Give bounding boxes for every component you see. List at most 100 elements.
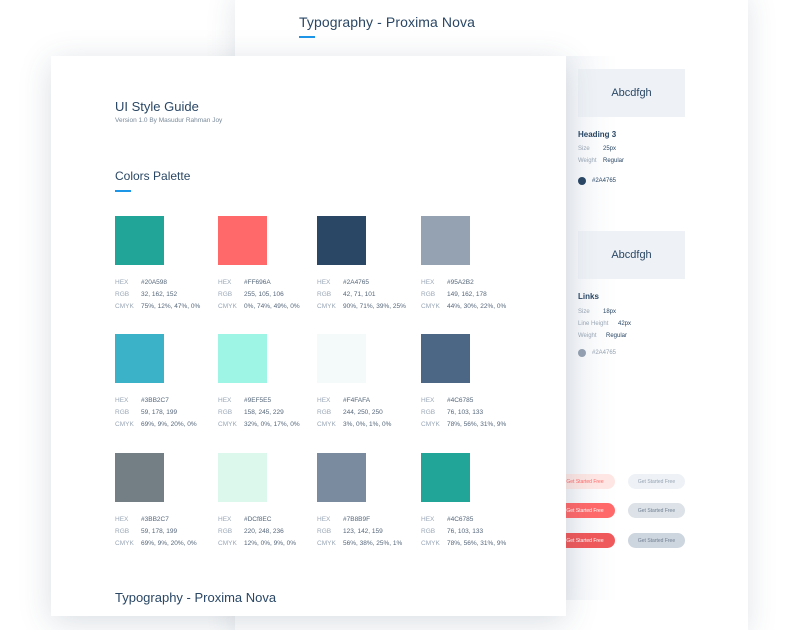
color-rgb-label: RGB	[115, 528, 130, 535]
weight-value: Regular	[603, 158, 625, 164]
heading3-weight-row: Weight Regular	[578, 158, 624, 164]
color-item: HEX #FF696A RGB 255, 105, 106 CMYK 0%, 74%, 4…	[218, 216, 318, 316]
color-cmyk-label: CMYK	[218, 303, 237, 310]
links-weight-row: Weight Regular	[578, 333, 627, 339]
get-started-button-gray-light[interactable]: Get Started Free	[628, 474, 685, 489]
color-cmyk-row: CMYK 3%, 0%, 1%, 0%	[317, 421, 391, 428]
color-rgb-row: RGB 32, 162, 152	[115, 291, 177, 298]
color-swatch	[218, 453, 267, 502]
links-sample-card: Abcdfgh	[578, 231, 685, 279]
color-rgb-row: RGB 220, 248, 236	[218, 528, 284, 535]
color-cmyk-value: 75%, 12%, 47%, 0%	[141, 303, 201, 310]
color-cmyk-row: CMYK 44%, 30%, 22%, 0%	[421, 303, 506, 310]
color-rgb-value: 76, 103, 133	[447, 409, 484, 416]
size-value: 25px	[603, 146, 617, 152]
color-cmyk-value: 32%, 0%, 17%, 0%	[244, 421, 300, 428]
color-hex-row: HEX #4C6785	[421, 397, 473, 404]
color-hex-value: #FF696A	[244, 279, 271, 286]
color-rgb-row: RGB 76, 103, 133	[421, 409, 483, 416]
color-cmyk-row: CMYK 78%, 56%, 31%, 9%	[421, 421, 506, 428]
color-hex-label: HEX	[317, 516, 331, 523]
color-hex-row: HEX #DCf8EC	[218, 516, 271, 523]
color-rgb-row: RGB 158, 245, 229	[218, 409, 284, 416]
links-color-dot	[578, 349, 586, 357]
color-hex-label: HEX	[421, 279, 435, 286]
color-hex-label: HEX	[317, 279, 331, 286]
size-label: Size	[578, 309, 590, 315]
color-cmyk-row: CMYK 12%, 0%, 9%, 0%	[218, 540, 296, 547]
color-cmyk-value: 44%, 30%, 22%, 0%	[447, 303, 507, 310]
color-hex-row: HEX #95A2B2	[421, 279, 474, 286]
color-cmyk-label: CMYK	[218, 540, 237, 547]
color-hex-value: #3BB2C7	[141, 397, 169, 404]
color-rgb-label: RGB	[317, 291, 332, 298]
colors-section-title: Colors Palette	[115, 169, 191, 183]
links-spec-title: Links	[578, 292, 599, 301]
color-rgb-value: 244, 250, 250	[343, 409, 383, 416]
links-sample-text: Abcdfgh	[611, 249, 652, 261]
color-rgb-label: RGB	[115, 409, 130, 416]
color-item: HEX #95A2B2 RGB 149, 162, 178 CMYK 44%, 30%, …	[421, 216, 521, 316]
color-rgb-label: RGB	[421, 409, 436, 416]
color-swatch	[218, 334, 267, 383]
color-item: HEX #7B8B9F RGB 123, 142, 159 CMYK 56%, 38%, …	[317, 453, 417, 553]
page-title: UI Style Guide	[115, 99, 199, 114]
get-started-button-gray[interactable]: Get Started Free	[628, 503, 685, 518]
color-hex-value: #9EF5E5	[244, 397, 272, 404]
color-hex-value: #95A2B2	[447, 279, 474, 286]
color-hex-value: #4C6785	[447, 516, 474, 523]
color-swatch	[317, 216, 366, 265]
color-cmyk-label: CMYK	[317, 421, 336, 428]
color-rgb-value: 42, 71, 101	[343, 291, 376, 298]
color-cmyk-label: CMYK	[115, 540, 134, 547]
color-cmyk-label: CMYK	[421, 540, 440, 547]
weight-label: Weight	[578, 158, 597, 164]
heading3-size-row: Size 25px	[578, 146, 616, 152]
color-hex-row: HEX #7B8B9F	[317, 516, 370, 523]
get-started-button-gray-dark[interactable]: Get Started Free	[628, 533, 685, 548]
color-cmyk-value: 0%, 74%, 49%, 0%	[244, 303, 300, 310]
color-hex-label: HEX	[317, 397, 331, 404]
color-rgb-value: 59, 178, 199	[141, 528, 178, 535]
color-swatch	[115, 334, 164, 383]
color-swatch	[421, 334, 470, 383]
color-rgb-label: RGB	[317, 409, 332, 416]
color-swatch	[115, 453, 164, 502]
color-hex-value: #DCf8EC	[244, 516, 272, 523]
color-rgb-value: 255, 105, 106	[244, 291, 284, 298]
color-rgb-row: RGB 244, 250, 250	[317, 409, 383, 416]
color-cmyk-row: CMYK 78%, 56%, 31%, 9%	[421, 540, 506, 547]
color-swatch	[115, 216, 164, 265]
color-cmyk-value: 78%, 56%, 31%, 9%	[447, 540, 507, 547]
color-item: HEX #4C6785 RGB 76, 103, 133 CMYK 78%, 56%, 3…	[421, 334, 521, 434]
color-hex-row: HEX #9EF5E5	[218, 397, 271, 404]
links-line-height-row: Line Height 42px	[578, 321, 631, 327]
heading3-spec-title: Heading 3	[578, 130, 617, 139]
color-rgb-value: 59, 178, 199	[141, 409, 178, 416]
color-hex-value: #F4FAFA	[343, 397, 371, 404]
color-rgb-value: 32, 162, 152	[141, 291, 178, 298]
links-color-hex: #2A4765	[592, 350, 617, 356]
line-height-label: Line Height	[578, 321, 609, 327]
color-swatch	[317, 453, 366, 502]
color-hex-label: HEX	[218, 516, 232, 523]
color-hex-row: HEX #4C6785	[421, 516, 473, 523]
color-hex-label: HEX	[218, 397, 232, 404]
weight-label: Weight	[578, 333, 597, 339]
color-rgb-value: 158, 245, 229	[244, 409, 284, 416]
color-swatch	[421, 453, 470, 502]
color-cmyk-row: CMYK 32%, 0%, 17%, 0%	[218, 421, 300, 428]
color-hex-label: HEX	[218, 279, 232, 286]
color-swatch	[317, 334, 366, 383]
color-rgb-label: RGB	[421, 291, 436, 298]
color-cmyk-value: 12%, 0%, 9%, 0%	[244, 540, 297, 547]
color-rgb-row: RGB 59, 178, 199	[115, 528, 177, 535]
color-hex-value: #20A598	[141, 279, 168, 286]
color-cmyk-row: CMYK 90%, 71%, 39%, 25%	[317, 303, 406, 310]
color-hex-label: HEX	[115, 279, 129, 286]
color-cmyk-value: 3%, 0%, 1%, 0%	[343, 421, 392, 428]
section-accent-line	[115, 190, 131, 192]
heading3-sample-text: Abcdfgh	[611, 87, 652, 99]
typography-title: Typography - Proxima Nova	[299, 14, 476, 30]
color-item: HEX #20A598 RGB 32, 162, 152 CMYK 75%, 12%, 4…	[115, 216, 215, 316]
